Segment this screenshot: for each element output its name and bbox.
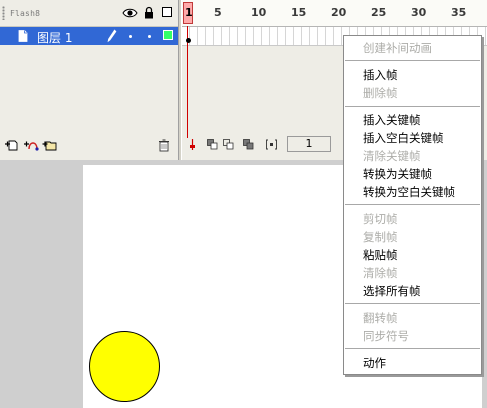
menu-separator: [345, 204, 480, 205]
menu-convert-to-blank-keyframes[interactable]: 转换为空白关键帧: [344, 183, 481, 201]
menu-insert-keyframe[interactable]: 插入关键帧: [344, 111, 481, 129]
stage-right-border: [482, 160, 487, 408]
ruler-label: 35: [451, 6, 467, 19]
delete-layer-icon[interactable]: [157, 138, 171, 152]
ruler-label: 5: [214, 6, 222, 19]
menu-separator: [345, 106, 480, 107]
keyframe-marker[interactable]: [186, 38, 191, 43]
visibility-dot[interactable]: [129, 35, 132, 38]
menu-convert-to-keyframes[interactable]: 转换为关键帧: [344, 165, 481, 183]
lock-dot[interactable]: [148, 35, 151, 38]
menu-actions[interactable]: 动作: [344, 354, 481, 372]
menu-insert-blank-keyframe[interactable]: 插入空白关键帧: [344, 129, 481, 147]
pasteboard: [0, 165, 83, 408]
onion-skin-outlines-icon[interactable]: [223, 139, 234, 150]
insert-layer-icon[interactable]: [4, 138, 20, 152]
menu-clear-frames: 清除帧: [363, 266, 398, 280]
panel-grip[interactable]: [2, 6, 5, 20]
menu-remove-frames: 删除帧: [363, 86, 398, 100]
ruler-label: 10: [251, 6, 267, 19]
menu-separator: [345, 60, 480, 61]
frame-context-menu: 创建补间动画 插入帧 删除帧 插入关键帧 插入空白关键帧 清除关键帧 转换为关键…: [343, 35, 482, 375]
add-motion-guide-icon[interactable]: [23, 138, 41, 152]
layer-footer: [0, 136, 178, 156]
layer-name[interactable]: 图层 1: [37, 29, 72, 46]
frame-ruler[interactable]: 5 10 15 20 25 30 35: [182, 0, 487, 27]
layer-row[interactable]: 图层 1: [0, 27, 178, 45]
flash-window: Flash8 图层 1 5 10 15 20 25 30 35 1 1 创建补间…: [0, 0, 487, 408]
eye-icon[interactable]: [122, 7, 138, 19]
outline-icon[interactable]: [162, 7, 172, 17]
menu-separator: [345, 348, 480, 349]
menu-create-motion-tween: 创建补间动画: [363, 41, 432, 55]
onion-skin-icon[interactable]: [207, 139, 218, 150]
ruler-label: 25: [371, 6, 387, 19]
ruler-label: 20: [331, 6, 347, 19]
insert-folder-icon[interactable]: [42, 138, 58, 152]
menu-synchronize-symbols: 同步符号: [363, 329, 409, 343]
layer-outline-color[interactable]: [163, 30, 173, 40]
panel-title: Flash8: [10, 9, 41, 18]
menu-separator: [345, 303, 480, 304]
modify-onion-markers-icon[interactable]: [266, 139, 277, 150]
menu-copy-frames: 复制帧: [363, 230, 398, 244]
menu-select-all-frames[interactable]: 选择所有帧: [344, 282, 481, 300]
menu-reverse-frames: 翻转帧: [363, 311, 398, 325]
pencil-icon: [107, 29, 117, 43]
layer-icon: [18, 30, 28, 42]
menu-cut-frames: 剪切帧: [363, 212, 398, 226]
menu-clear-keyframe: 清除关键帧: [363, 149, 421, 163]
playhead-label: 1: [185, 6, 193, 19]
yellow-circle-shape[interactable]: [89, 331, 160, 402]
lock-icon[interactable]: [144, 6, 154, 19]
menu-insert-frame[interactable]: 插入帧: [344, 66, 481, 84]
ruler-label: 15: [291, 6, 307, 19]
edit-multiple-frames-icon[interactable]: [243, 139, 254, 150]
layer-header: Flash8: [0, 0, 178, 27]
center-frame-icon[interactable]: [187, 139, 198, 150]
ruler-label: 30: [411, 6, 427, 19]
current-frame-field[interactable]: 1: [287, 136, 331, 152]
menu-paste-frames[interactable]: 粘贴帧: [344, 246, 481, 264]
